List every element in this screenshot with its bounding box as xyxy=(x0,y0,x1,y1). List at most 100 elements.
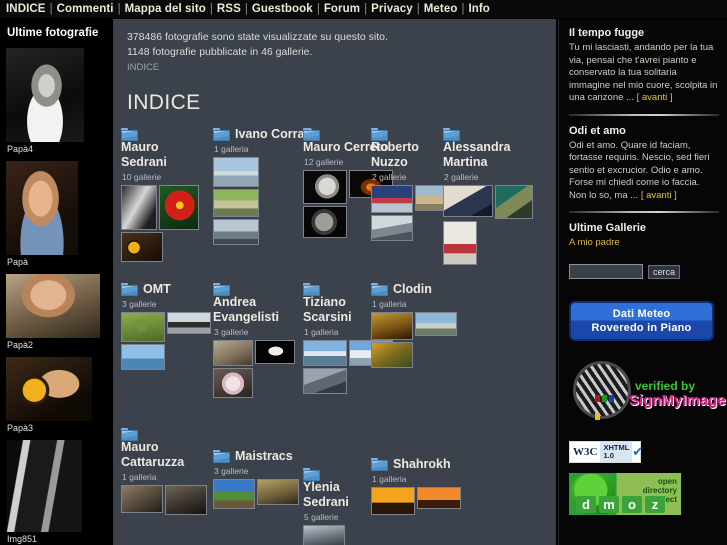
gallery-thumbnail[interactable] xyxy=(213,189,259,217)
gallery-thumbnail[interactable] xyxy=(213,479,255,509)
gallery-count: 10 gallerie xyxy=(122,172,162,182)
meteo-line-2: Roveredo in Piano xyxy=(591,322,692,334)
gallery-thumbnail[interactable] xyxy=(257,479,299,505)
gallery-header xyxy=(443,127,535,141)
ultime-gallerie-link[interactable]: A mio padre xyxy=(569,237,719,248)
gallery-header xyxy=(121,127,213,141)
folder-icon xyxy=(371,458,388,471)
gallery-card[interactable]: Andrea Evangelisti 3 gallerie xyxy=(213,282,305,398)
gallery-thumbnail[interactable] xyxy=(213,157,259,187)
gallery-name[interactable]: Mauro Sedrani xyxy=(121,140,207,170)
latest-photo-item[interactable]: Img851 xyxy=(6,440,107,545)
nav-separator: | xyxy=(244,3,248,15)
gallery-thumbnail[interactable] xyxy=(415,312,457,336)
nav-item-commenti[interactable]: Commenti xyxy=(57,3,114,15)
gallery-card[interactable]: Mauro Cattaruzza 1 galleria xyxy=(121,427,213,515)
gallery-thumbnail[interactable] xyxy=(371,312,413,340)
gallery-thumbnail[interactable] xyxy=(303,206,347,238)
gallery-thumbnail[interactable] xyxy=(165,485,207,515)
gallery-card[interactable]: Alessandra Martina 2 gallerie xyxy=(443,127,535,265)
latest-photo-item[interactable]: Papà xyxy=(6,161,107,272)
gallery-card[interactable]: Clodin 1 galleria xyxy=(371,282,463,368)
dmoz-tagline-2: directory xyxy=(642,486,677,495)
gallery-name[interactable]: Clodin xyxy=(393,282,432,297)
w3c-validation-badge[interactable]: W3C XHTML 1.0 ✔ xyxy=(569,441,643,463)
gallery-count: 2 gallerie xyxy=(444,172,479,182)
gallery-thumbnail[interactable] xyxy=(121,312,165,342)
nav-separator: | xyxy=(416,3,420,15)
gallery-thumbnails xyxy=(213,479,305,509)
gallery-name[interactable]: Alessandra Martina xyxy=(443,140,529,170)
article-more-link[interactable]: [ avanti ] xyxy=(641,190,677,201)
folder-icon xyxy=(213,283,230,296)
gallery-thumbnail[interactable] xyxy=(121,485,163,513)
folder-icon xyxy=(121,428,138,441)
gallery-thumbnail[interactable] xyxy=(121,185,157,230)
gallery-thumbnail[interactable] xyxy=(371,487,415,515)
gallery-thumbnail[interactable] xyxy=(303,368,347,394)
gallery-card[interactable]: Maistracs 3 gallerie xyxy=(213,449,305,509)
dmoz-badge[interactable]: open directory project dmoz xyxy=(569,473,681,515)
left-sidebar-title: Ultime fotografie xyxy=(7,27,99,39)
gallery-name[interactable]: Mauro Cattaruzza xyxy=(121,440,207,470)
gallery-name[interactable]: Andrea Evangelisti xyxy=(213,295,299,325)
photo-thumbnail[interactable] xyxy=(6,357,92,421)
nav-separator: | xyxy=(364,3,368,15)
article-body: Odi et amo. Quare id faciam, fortasse re… xyxy=(569,140,719,203)
nav-separator: | xyxy=(209,3,213,15)
gallery-thumbnail[interactable] xyxy=(213,368,253,398)
gallery-thumbnail[interactable] xyxy=(121,232,163,262)
nav-separator: | xyxy=(117,3,121,15)
gallery-header: Shahrokh xyxy=(371,457,463,472)
gallery-name[interactable]: Maistracs xyxy=(235,449,293,464)
gallery-thumbnail[interactable] xyxy=(371,185,413,213)
nav-item-privacy[interactable]: Privacy xyxy=(371,3,413,15)
gallery-name[interactable]: Shahrokh xyxy=(393,457,451,472)
folder-icon xyxy=(371,283,388,296)
gallery-thumbnail[interactable] xyxy=(159,185,199,230)
gallery-thumbnail[interactable] xyxy=(303,525,345,545)
gallery-card[interactable]: Shahrokh 1 galleria xyxy=(371,457,463,515)
gallery-card[interactable]: OMT 3 gallerie xyxy=(121,282,213,370)
gallery-card[interactable]: Mauro Sedrani 10 gallerie xyxy=(121,127,213,262)
gallery-thumbnail[interactable] xyxy=(213,219,259,245)
nav-item-meteo[interactable]: Meteo xyxy=(424,3,458,15)
ultime-gallerie-title: Ultime Gallerie xyxy=(569,222,647,234)
gallery-thumbnail[interactable] xyxy=(303,170,347,204)
gallery-thumbnail[interactable] xyxy=(121,344,165,370)
gallery-thumbnail[interactable] xyxy=(443,185,493,217)
photo-thumbnail[interactable] xyxy=(6,274,100,338)
nav-item-forum[interactable]: Forum xyxy=(324,3,360,15)
gallery-thumbnail[interactable] xyxy=(255,340,295,364)
photo-thumbnail[interactable] xyxy=(6,48,84,142)
stats-photos: 1148 fotografie pubblicate in 46 galleri… xyxy=(127,46,313,58)
gallery-thumbnails xyxy=(371,312,463,368)
gallery-thumbnail[interactable] xyxy=(417,487,461,509)
breadcrumb[interactable]: INDICE xyxy=(127,61,556,75)
gallery-thumbnail[interactable] xyxy=(371,215,413,241)
nav-item-info[interactable]: Info xyxy=(468,3,489,15)
photo-thumbnail[interactable] xyxy=(6,161,78,255)
signmyimage-badge[interactable]: verified by SignMyImage xyxy=(569,359,726,429)
gallery-thumbnail[interactable] xyxy=(495,185,533,219)
nav-item-mappa-del-sito[interactable]: Mappa del sito xyxy=(125,3,206,15)
latest-photo-item[interactable]: Papà4 xyxy=(6,48,107,159)
gallery-thumbnail[interactable] xyxy=(443,221,477,265)
search-input[interactable] xyxy=(569,264,643,279)
gallery-thumbnail[interactable] xyxy=(371,342,413,368)
gallery-count: 1 galleria xyxy=(372,299,407,309)
gallery-thumbnail[interactable] xyxy=(303,340,347,366)
nav-item-guestbook[interactable]: Guestbook xyxy=(252,3,313,15)
gallery-thumbnail[interactable] xyxy=(213,340,253,366)
search-button[interactable]: cerca xyxy=(648,264,681,279)
latest-photo-item[interactable]: Papà3 xyxy=(6,357,107,438)
site-statistics: 378486 fotografie sono state visualizzat… xyxy=(113,30,556,75)
meteo-banner[interactable]: Dati Meteo Roveredo in Piano xyxy=(569,301,714,341)
nav-item-indice[interactable]: INDICE xyxy=(6,3,46,15)
article-more-link[interactable]: [ avanti ] xyxy=(637,92,673,103)
photo-thumbnail[interactable] xyxy=(6,440,82,532)
gallery-name[interactable]: OMT xyxy=(143,282,171,297)
nav-item-rss[interactable]: RSS xyxy=(217,3,241,15)
gallery-thumbnail[interactable] xyxy=(167,312,211,334)
latest-photo-item[interactable]: Papà2 xyxy=(6,274,107,355)
